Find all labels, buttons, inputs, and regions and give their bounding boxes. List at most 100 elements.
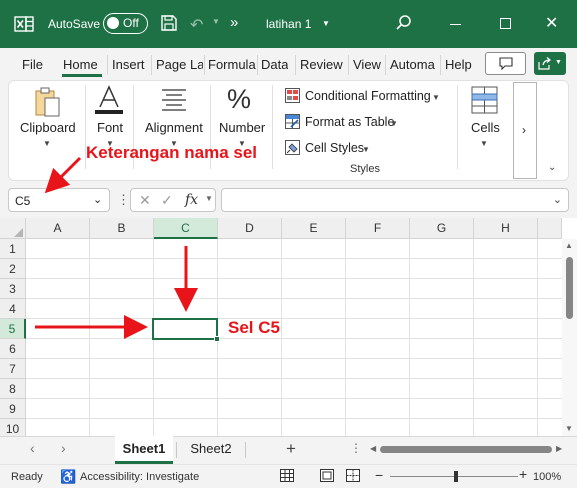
scroll-left-icon[interactable]: ◀ (370, 444, 376, 453)
cells-chevron-icon[interactable]: ▼ (480, 139, 488, 148)
cells-label[interactable]: Cells (471, 120, 500, 135)
row-header-8[interactable]: 8 (0, 379, 26, 399)
name-box[interactable]: C5 ⌄ (8, 188, 110, 212)
font-icon[interactable] (95, 85, 123, 115)
sheet-tab-sheet1[interactable]: Sheet1 (115, 436, 173, 464)
row-header-2[interactable]: 2 (0, 259, 26, 279)
accessibility-status[interactable]: Accessibility: Investigate (80, 471, 199, 483)
conditional-formatting-chevron-icon[interactable]: ▼ (432, 93, 440, 102)
column-header-g[interactable]: G (410, 218, 474, 239)
zoom-in-button[interactable]: + (519, 466, 527, 482)
column-header-b[interactable]: B (90, 218, 154, 239)
tab-help[interactable]: Help (445, 57, 472, 72)
row-header-7[interactable]: 7 (0, 359, 26, 379)
horizontal-scroll-thumb[interactable] (380, 446, 552, 453)
row-header-1[interactable]: 1 (0, 239, 26, 259)
tab-home[interactable]: Home (63, 57, 98, 72)
ribbon-more-button[interactable]: › (513, 82, 537, 179)
tab-page-layout[interactable]: Page La (156, 57, 203, 72)
page-layout-view-icon[interactable] (320, 469, 334, 482)
horizontal-scrollbar[interactable]: ◀ ▶ (370, 444, 562, 455)
active-cell-c5[interactable] (152, 318, 218, 340)
cells-icon[interactable] (471, 86, 498, 114)
column-header-a[interactable]: A (26, 218, 90, 239)
normal-view-icon[interactable] (280, 469, 294, 482)
column-header-partial[interactable] (538, 218, 562, 239)
vertical-scrollbar[interactable]: ▲ ▼ (562, 239, 577, 436)
format-as-table-button[interactable]: Format as Table (305, 115, 394, 129)
autosave-toggle[interactable]: Off (103, 13, 148, 34)
conditional-formatting-button[interactable]: Conditional Formatting (305, 89, 431, 103)
formula-input[interactable]: ⌄ (221, 188, 569, 212)
number-label[interactable]: Number (219, 120, 265, 135)
collapse-ribbon-icon[interactable]: ⌄ (548, 162, 556, 173)
worksheet-grid[interactable]: A B C D E F G H 1 2 3 4 5 6 7 8 9 10 ▲ ▼ (0, 218, 577, 436)
column-header-h[interactable]: H (474, 218, 538, 239)
maximize-icon[interactable] (500, 18, 511, 29)
alignment-label[interactable]: Alignment (145, 120, 203, 135)
tab-automate[interactable]: Automa (390, 57, 437, 72)
row-header-9[interactable]: 9 (0, 399, 26, 419)
share-button[interactable]: ▼ (534, 52, 566, 75)
search-icon[interactable] (395, 14, 413, 32)
expand-formula-chevron-icon[interactable]: ⌄ (553, 193, 562, 206)
close-icon[interactable]: ✕ (545, 13, 558, 33)
sheet-bar-splitter-icon[interactable]: ⋮ (350, 441, 362, 455)
accessibility-icon[interactable]: ♿ (60, 469, 76, 485)
file-name-chevron-icon[interactable]: ▼ (322, 19, 330, 28)
cell-styles-button[interactable]: Cell Styles (305, 141, 364, 155)
row-header-6[interactable]: 6 (0, 339, 26, 359)
clipboard-label[interactable]: Clipboard (20, 120, 76, 135)
minimize-icon[interactable] (450, 24, 461, 25)
sheet-tab-sheet2[interactable]: Sheet2 (182, 436, 240, 464)
vertical-scroll-thumb[interactable] (566, 257, 573, 319)
tab-review[interactable]: Review (300, 57, 343, 72)
insert-function-icon[interactable]: fx (185, 192, 198, 208)
fill-handle[interactable] (214, 336, 220, 342)
comments-button[interactable] (485, 52, 526, 75)
zoom-slider-thumb[interactable] (454, 471, 458, 482)
row-header-10[interactable]: 10 (0, 419, 26, 436)
alignment-icon[interactable] (159, 89, 189, 111)
excel-logo-icon[interactable] (14, 14, 34, 34)
scroll-up-icon[interactable]: ▲ (565, 241, 573, 250)
scroll-right-icon[interactable]: ▶ (556, 444, 562, 453)
formula-bar-grip-icon[interactable]: ⋮ (117, 192, 130, 208)
next-sheet-icon[interactable]: › (61, 440, 66, 456)
cancel-icon[interactable]: ✕ (139, 192, 151, 209)
previous-sheet-icon[interactable]: ‹ (30, 440, 35, 456)
function-chevron-icon[interactable]: ▼ (205, 194, 213, 203)
format-as-table-chevron-icon[interactable]: ▼ (390, 119, 398, 128)
more-commands-icon[interactable]: » (230, 14, 238, 31)
cell-styles-chevron-icon[interactable]: ▼ (362, 145, 370, 154)
undo-dropdown-icon[interactable]: ▼ (212, 17, 220, 26)
name-box-chevron-icon[interactable]: ⌄ (93, 193, 102, 206)
column-header-e[interactable]: E (282, 218, 346, 239)
tab-view[interactable]: View (353, 57, 381, 72)
select-all-corner[interactable] (0, 218, 26, 239)
page-break-view-icon[interactable] (346, 469, 360, 482)
column-header-c[interactable]: C (154, 218, 218, 239)
scroll-down-icon[interactable]: ▼ (565, 424, 573, 433)
clipboard-chevron-icon[interactable]: ▼ (43, 139, 51, 148)
percent-icon[interactable]: % (227, 84, 251, 115)
format-as-table-icon (285, 114, 300, 129)
tab-data[interactable]: Data (261, 57, 288, 72)
undo-icon[interactable]: ↶ (190, 15, 203, 35)
column-header-d[interactable]: D (218, 218, 282, 239)
zoom-out-button[interactable]: − (375, 467, 383, 483)
row-header-4[interactable]: 4 (0, 299, 26, 319)
add-sheet-button[interactable]: + (286, 439, 296, 459)
row-header-5[interactable]: 5 (0, 319, 26, 339)
save-icon[interactable] (160, 14, 178, 32)
tab-file[interactable]: File (22, 57, 43, 72)
tab-insert[interactable]: Insert (112, 57, 145, 72)
tab-formulas[interactable]: Formula (208, 57, 256, 72)
file-name[interactable]: latihan 1 (266, 17, 311, 31)
row-header-3[interactable]: 3 (0, 279, 26, 299)
zoom-level[interactable]: 100% (533, 471, 561, 483)
font-label[interactable]: Font (97, 120, 123, 135)
clipboard-icon[interactable] (33, 86, 63, 118)
enter-icon[interactable]: ✓ (161, 192, 173, 209)
column-header-f[interactable]: F (346, 218, 410, 239)
